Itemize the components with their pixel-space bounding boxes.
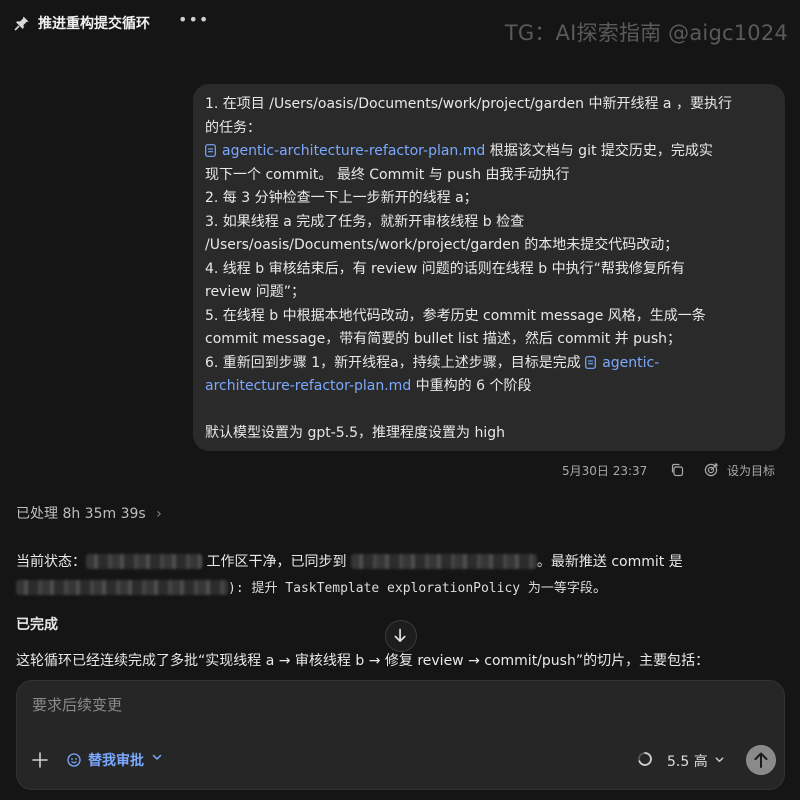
chevron-down-icon [152, 754, 162, 760]
processed-label: 已处理 [16, 506, 58, 522]
plus-icon[interactable] [31, 751, 49, 769]
copy-icon[interactable] [670, 463, 684, 477]
effort-value: 高 [693, 754, 708, 770]
thread-header: 推进重构提交循环 ••• TG：AI探索指南 @aigc1024 [0, 0, 800, 46]
status-text: 。最新推送 commit 是 [536, 554, 683, 570]
file-link[interactable]: agentic-architecture-refactor-plan.md [205, 143, 485, 159]
status-text: 。 [592, 580, 607, 596]
app-window: 推进重构提交循环 ••• TG：AI探索指南 @aigc1024 1. 在项目 … [0, 0, 800, 800]
model-effort-selector[interactable]: 5.5 高 [667, 751, 725, 771]
message-line: 6. 重新回到步骤 1，新开线程a，持续上述步骤，目标是完成 agentic- [205, 352, 775, 376]
scroll-down-button[interactable] [385, 620, 417, 652]
message-line: agentic-architecture-refactor-plan.md 根据… [205, 140, 775, 164]
chevron-right-icon: › [156, 506, 162, 522]
message-timestamp: 5月30日 23:37 [562, 464, 648, 478]
message-line: 5. 在线程 b 中根据本地代码改动，参考历史 commit message 风… [205, 307, 706, 324]
message-line: 2. 每 3 分钟检查一下上一步新开的线程 a； [205, 190, 478, 206]
processed-duration: 8h 35m 39s [62, 506, 146, 522]
model-value: 5.5 [667, 754, 690, 770]
processed-duration-toggle[interactable]: 已处理 8h 35m 39s › [16, 503, 162, 523]
redacted-text [16, 580, 228, 595]
assistant-status-line: 当前状态： 工作区干净，已同步到 。最新推送 commit 是 [16, 551, 683, 571]
file-icon [205, 144, 216, 157]
status-text: 工作区干净，已同步到 [202, 554, 351, 570]
message-line: review 问题”； [205, 284, 306, 300]
message-line: 默认模型设置为 gpt-5.5，推理程度设置为 high [205, 425, 506, 441]
commit-close: ): [228, 581, 244, 596]
composer: 替我审批 5.5 高 [16, 680, 785, 790]
message-line: /Users/oasis/Documents/work/project/gard… [205, 237, 679, 253]
file-link-label: agentic-architecture-refactor-plan.md [222, 143, 486, 159]
done-heading: 已完成 [16, 617, 58, 633]
shield-icon [67, 753, 81, 767]
message-line: 现下一个 commit。 最终 Commit 与 push 由我手动执行 [205, 166, 570, 183]
message-line: 3. 如果线程 a 完成了任务，就新开审核线程 b 检查 [205, 213, 525, 230]
redacted-text [350, 554, 537, 569]
redacted-text [86, 554, 202, 569]
more-options-icon[interactable]: ••• [178, 10, 209, 29]
message-line: architecture-refactor-plan.md 中重构的 6 个阶段 [205, 375, 775, 399]
message-line: 1. 在项目 /Users/oasis/Documents/work/proje… [205, 96, 732, 112]
pin-icon[interactable] [14, 15, 30, 31]
file-link-label: agentic- [602, 354, 660, 371]
message-line: 4. 线程 b 审核结束后，有 review 问题的话则在线程 b 中执行“帮我… [205, 260, 685, 277]
file-link-continued[interactable]: architecture-refactor-plan.md [205, 378, 411, 394]
message-text: 根据该文档与 git 提交历史，完成实 [485, 143, 713, 159]
user-message-bubble: 1. 在项目 /Users/oasis/Documents/work/proje… [193, 84, 785, 451]
file-link[interactable]: agentic- [585, 355, 659, 371]
follow-up-input[interactable] [30, 695, 734, 715]
loading-spinner-icon [638, 752, 652, 766]
file-icon [585, 355, 597, 369]
status-prefix: 当前状态： [16, 554, 86, 570]
message-line: commit message，带有简要的 bullet list 描述，然后 c… [205, 331, 682, 347]
thread-title: 推进重构提交循环 [38, 16, 150, 32]
approval-mode-label: 替我审批 [88, 753, 144, 769]
assistant-commit-line: ): 提升 TaskTemplate explorationPolicy 为一等… [16, 577, 607, 597]
message-text: 6. 重新回到步骤 1，新开线程a，持续上述步骤，目标是完成 [205, 354, 586, 371]
watermark: TG：AI探索指南 @aigc1024 [504, 21, 788, 45]
message-text: 中重构的 6 个阶段 [411, 378, 532, 394]
summary-text: 这轮循环已经连续完成了多批“实现线程 a → 审核线程 b → 修复 revie… [16, 653, 710, 669]
commit-message: 提升 TaskTemplate explorationPolicy 为一等字段 [243, 581, 593, 596]
chevron-down-icon [715, 757, 724, 763]
message-line: 的任务： [205, 119, 261, 136]
set-goal-button[interactable]: 设为目标 [727, 462, 775, 479]
send-button[interactable] [746, 745, 776, 775]
target-icon[interactable] [704, 462, 719, 477]
